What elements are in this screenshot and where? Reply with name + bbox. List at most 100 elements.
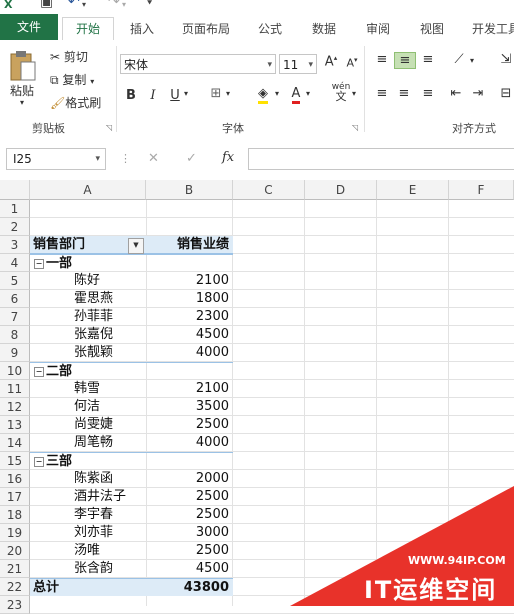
- borders-dropdown-icon[interactable]: ▾: [226, 89, 230, 98]
- row-header[interactable]: 17: [0, 488, 30, 506]
- pivot-group-row[interactable]: − 一部: [30, 254, 146, 272]
- tab-insert[interactable]: 插入: [120, 18, 164, 40]
- align-bottom-icon[interactable]: ≡: [418, 52, 438, 67]
- row-header[interactable]: 18: [0, 506, 30, 524]
- pivot-header-dept[interactable]: 销售部门 ▼: [30, 236, 146, 254]
- row-header[interactable]: 11: [0, 380, 30, 398]
- pivot-group-value-cell[interactable]: [146, 362, 233, 380]
- row-header[interactable]: 14: [0, 434, 30, 452]
- pivot-item-value[interactable]: 2500: [146, 488, 233, 506]
- row-header[interactable]: 21: [0, 560, 30, 578]
- customize-qat-icon[interactable]: ⯆: [146, 0, 153, 9]
- column-header-c[interactable]: C: [233, 180, 305, 200]
- row-header[interactable]: 3: [0, 236, 30, 254]
- redo-dropdown-icon[interactable]: ▾: [122, 0, 126, 9]
- font-size-select[interactable]: 11 ▾: [279, 54, 317, 74]
- row-header[interactable]: 23: [0, 596, 30, 614]
- pivot-item-value[interactable]: 4500: [146, 326, 233, 344]
- cancel-icon[interactable]: ✕: [148, 151, 159, 166]
- row-header[interactable]: 19: [0, 524, 30, 542]
- pivot-item-value[interactable]: 4500: [146, 560, 233, 578]
- pivot-item-name[interactable]: 陈好: [30, 272, 146, 290]
- underline-button[interactable]: U: [168, 88, 182, 103]
- row-header[interactable]: 7: [0, 308, 30, 326]
- row-header[interactable]: 9: [0, 344, 30, 362]
- undo-dropdown-icon[interactable]: ▾: [82, 0, 86, 9]
- column-header-e[interactable]: E: [377, 180, 449, 200]
- pivot-item-value[interactable]: 2100: [146, 380, 233, 398]
- pivot-item-name[interactable]: 张含韵: [30, 560, 146, 578]
- column-header-f[interactable]: F: [449, 180, 514, 200]
- phonetic-guide-icon[interactable]: wén 文: [330, 82, 352, 103]
- save-icon[interactable]: ▣: [40, 0, 53, 10]
- decrease-font-icon[interactable]: A▾: [344, 56, 360, 70]
- align-right-icon[interactable]: ≡: [418, 86, 438, 101]
- align-left-icon[interactable]: ≡: [372, 86, 392, 101]
- filter-dropdown-icon[interactable]: ▼: [128, 238, 144, 254]
- merge-center-icon[interactable]: ⊟: [498, 86, 514, 101]
- font-launcher-icon[interactable]: ◹: [352, 123, 358, 132]
- row-header[interactable]: 12: [0, 398, 30, 416]
- formula-input[interactable]: [248, 148, 514, 170]
- pivot-item-value[interactable]: 2500: [146, 416, 233, 434]
- row-header[interactable]: 8: [0, 326, 30, 344]
- italic-button[interactable]: I: [146, 88, 160, 103]
- select-all-corner[interactable]: [0, 180, 30, 200]
- tab-file[interactable]: 文件: [0, 14, 58, 40]
- fill-color-icon[interactable]: ◈: [254, 86, 272, 104]
- paste-button[interactable]: 粘贴: [10, 82, 34, 99]
- cut-button[interactable]: ✂ 剪切: [50, 48, 88, 65]
- name-box[interactable]: I25 ▾: [6, 148, 106, 170]
- row-header[interactable]: 20: [0, 542, 30, 560]
- pivot-item-value[interactable]: 3000: [146, 524, 233, 542]
- pivot-item-value[interactable]: 2100: [146, 272, 233, 290]
- align-top-icon[interactable]: ≡: [372, 52, 392, 67]
- row-header[interactable]: 16: [0, 470, 30, 488]
- pivot-item-value[interactable]: 1800: [146, 290, 233, 308]
- pivot-item-name[interactable]: 张嘉倪: [30, 326, 146, 344]
- pivot-item-name[interactable]: 韩雪: [30, 380, 146, 398]
- enter-icon[interactable]: ✓: [186, 151, 197, 166]
- phonetic-dropdown-icon[interactable]: ▾: [352, 89, 356, 98]
- pivot-item-name[interactable]: 尚雯婕: [30, 416, 146, 434]
- borders-icon[interactable]: ⊞: [208, 86, 224, 101]
- orientation-icon[interactable]: ⟋: [448, 52, 470, 67]
- pivot-group-row[interactable]: − 三部: [30, 452, 146, 470]
- tab-view[interactable]: 视图: [410, 18, 454, 40]
- row-header[interactable]: 13: [0, 416, 30, 434]
- increase-indent-icon[interactable]: ⇥: [468, 86, 488, 101]
- pivot-item-name[interactable]: 张靓颖: [30, 344, 146, 362]
- row-header[interactable]: 10: [0, 362, 30, 380]
- tab-formulas[interactable]: 公式: [248, 18, 292, 40]
- column-header-d[interactable]: D: [305, 180, 377, 200]
- redo-icon[interactable]: ↷: [108, 0, 120, 10]
- undo-icon[interactable]: ↶: [68, 0, 80, 10]
- pivot-item-name[interactable]: 酒井法子: [30, 488, 146, 506]
- row-header[interactable]: 2: [0, 218, 30, 236]
- row-header[interactable]: 5: [0, 272, 30, 290]
- pivot-item-value[interactable]: 2000: [146, 470, 233, 488]
- pivot-item-name[interactable]: 刘亦菲: [30, 524, 146, 542]
- fill-color-dropdown-icon[interactable]: ▾: [275, 89, 279, 98]
- insert-function-icon[interactable]: fx: [222, 150, 234, 165]
- collapse-icon[interactable]: −: [34, 259, 44, 269]
- tab-page-layout[interactable]: 页面布局: [176, 18, 236, 40]
- column-header-b[interactable]: B: [146, 180, 233, 200]
- pivot-item-name[interactable]: 陈紫函: [30, 470, 146, 488]
- pivot-item-name[interactable]: 霍思燕: [30, 290, 146, 308]
- pivot-item-name[interactable]: 李宇春: [30, 506, 146, 524]
- pivot-total-label[interactable]: 总计: [30, 578, 146, 596]
- pivot-group-value-cell[interactable]: [146, 254, 233, 272]
- copy-button[interactable]: ⧉ 复制 ▾: [50, 71, 94, 88]
- pivot-item-value[interactable]: 2500: [146, 542, 233, 560]
- tab-developer[interactable]: 开发工具: [466, 18, 514, 40]
- collapse-icon[interactable]: −: [34, 367, 44, 377]
- increase-font-icon[interactable]: A▴: [322, 54, 340, 69]
- row-header[interactable]: 22: [0, 578, 30, 596]
- underline-dropdown-icon[interactable]: ▾: [184, 89, 188, 98]
- pivot-group-row[interactable]: − 二部: [30, 362, 146, 380]
- pivot-item-value[interactable]: 2500: [146, 506, 233, 524]
- collapse-icon[interactable]: −: [34, 457, 44, 467]
- paste-dropdown-icon[interactable]: ▾: [20, 98, 24, 107]
- font-name-select[interactable]: 宋体 ▾: [120, 54, 276, 74]
